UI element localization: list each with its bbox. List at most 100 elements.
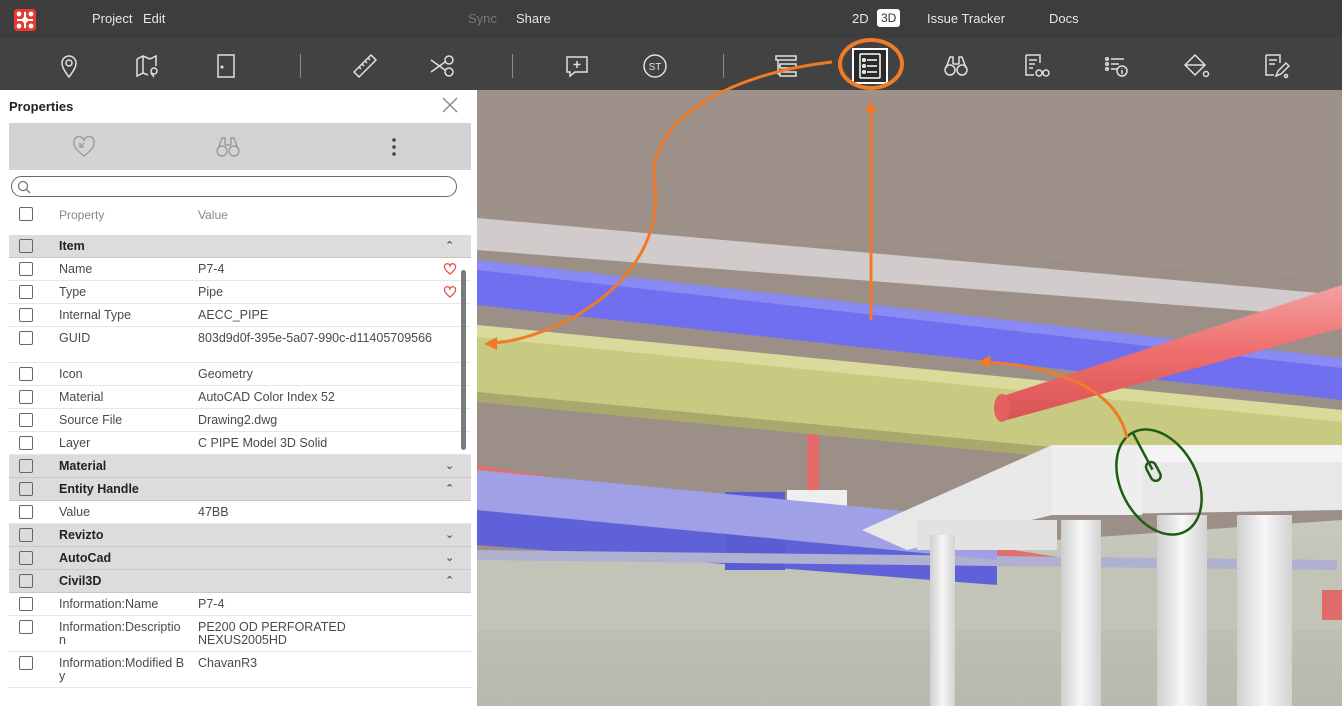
property-value: 803d9d0f-395e-5a07-990c-d11405709566: [198, 331, 433, 345]
select-all-checkbox[interactable]: [19, 207, 33, 221]
row-checkbox[interactable]: [19, 528, 33, 542]
group-row[interactable]: Civil3D ⌃: [9, 570, 471, 593]
row-checkbox[interactable]: [19, 656, 33, 670]
group-label: Item: [59, 239, 85, 253]
property-name: Layer: [59, 436, 91, 450]
row-checkbox[interactable]: [19, 262, 33, 276]
toolbar-separator: [300, 54, 301, 78]
table-row: Source File Drawing2.dwg: [9, 409, 471, 432]
row-checkbox[interactable]: [19, 482, 33, 496]
ruler-icon[interactable]: [351, 52, 379, 80]
property-value: 47BB: [198, 505, 229, 519]
panel-scrollbar[interactable]: [461, 270, 466, 450]
properties-table: Property Value Item ⌃ Name P7-4 Type Pip…: [9, 203, 471, 688]
chevron-up-icon[interactable]: ⌃: [445, 574, 455, 587]
close-icon[interactable]: [441, 96, 459, 114]
group-label: Entity Handle: [59, 482, 139, 496]
menu-project[interactable]: Project: [92, 11, 132, 26]
row-checkbox[interactable]: [19, 574, 33, 588]
row-checkbox[interactable]: [19, 459, 33, 473]
row-checkbox[interactable]: [19, 285, 33, 299]
property-name: Material: [59, 390, 104, 404]
search-sets-icon[interactable]: [1022, 52, 1050, 80]
panel-actions-bar: [9, 123, 471, 170]
search-input[interactable]: [36, 179, 436, 195]
table-row: Name P7-4: [9, 258, 471, 281]
menu-issue-tracker[interactable]: Issue Tracker: [927, 11, 1005, 26]
row-checkbox[interactable]: [19, 308, 33, 322]
door-icon[interactable]: [212, 52, 240, 80]
binoculars-icon[interactable]: [942, 52, 970, 80]
table-row: Information:Description PE200 OD PERFORA…: [9, 616, 471, 652]
table-row: Icon Geometry: [9, 363, 471, 386]
property-value: Pipe: [198, 285, 224, 299]
heart-icon[interactable]: [443, 262, 457, 276]
property-name: Source File: [59, 413, 123, 427]
column-property[interactable]: Property: [59, 209, 187, 222]
row-checkbox[interactable]: [19, 239, 33, 253]
property-value: Geometry: [198, 367, 253, 381]
property-value: AECC_PIPE: [198, 308, 269, 322]
scissors-icon[interactable]: [428, 52, 456, 80]
menu-docs[interactable]: Docs: [1049, 11, 1079, 26]
property-name: Internal Type: [59, 308, 132, 322]
row-checkbox[interactable]: [19, 597, 33, 611]
property-value: Drawing2.dwg: [198, 413, 278, 427]
property-name: Information:Modified By: [59, 656, 185, 683]
group-row[interactable]: Entity Handle ⌃: [9, 478, 471, 501]
property-value: PE200 OD PERFORATED NEXUS2005HD: [198, 620, 346, 647]
table-row: Type Pipe: [9, 281, 471, 304]
table-header: Property Value: [9, 203, 471, 235]
row-checkbox[interactable]: [19, 413, 33, 427]
group-row[interactable]: AutoCad ⌄: [9, 547, 471, 570]
search-box[interactable]: [11, 176, 457, 197]
row-checkbox[interactable]: [19, 551, 33, 565]
view-2d-toggle[interactable]: 2D: [852, 11, 869, 26]
row-checkbox[interactable]: [19, 331, 33, 345]
pin-icon[interactable]: [55, 52, 83, 80]
chevron-down-icon[interactable]: ⌄: [445, 528, 455, 541]
menu-share[interactable]: Share: [516, 11, 551, 26]
chevron-up-icon[interactable]: ⌃: [445, 482, 455, 495]
menu-edit[interactable]: Edit: [143, 11, 165, 26]
heart-icon[interactable]: [443, 285, 457, 299]
row-checkbox[interactable]: [19, 367, 33, 381]
chevron-up-icon[interactable]: ⌃: [445, 239, 455, 252]
group-label: Revizto: [59, 528, 104, 542]
group-row[interactable]: Material ⌄: [9, 455, 471, 478]
column-value[interactable]: Value: [198, 209, 453, 222]
chevron-down-icon[interactable]: ⌄: [445, 551, 455, 564]
menu-sync[interactable]: Sync: [468, 11, 497, 26]
menubar: Project Edit Sync Share 2D 3D Issue Trac…: [0, 0, 1342, 38]
group-label: AutoCad: [59, 551, 112, 565]
markup-pen-icon[interactable]: [1262, 52, 1290, 80]
table-row: Information:Modified By ChavanR3: [9, 652, 471, 688]
favorites-heart-icon[interactable]: [71, 135, 97, 159]
property-value: P7-4: [198, 262, 225, 276]
chevron-down-icon[interactable]: ⌄: [445, 459, 455, 472]
property-value: P7-4: [198, 597, 225, 611]
table-row: Information:Name P7-4: [9, 593, 471, 616]
row-checkbox[interactable]: [19, 620, 33, 634]
row-checkbox[interactable]: [19, 390, 33, 404]
more-vert-icon[interactable]: [381, 135, 407, 159]
group-row[interactable]: Revizto ⌄: [9, 524, 471, 547]
property-name: Icon: [59, 367, 83, 381]
property-value: C PIPE Model 3D Solid: [198, 436, 328, 450]
info-list-icon[interactable]: [1102, 52, 1130, 80]
group-row[interactable]: Item ⌃: [9, 235, 471, 258]
table-row: Value 47BB: [9, 501, 471, 524]
search-icon: [17, 180, 31, 194]
table-row: GUID 803d9d0f-395e-5a07-990c-d1140570956…: [9, 327, 471, 363]
row-checkbox[interactable]: [19, 505, 33, 519]
property-name: GUID: [59, 331, 91, 345]
panel-title: Properties: [9, 99, 74, 114]
map-pin-icon[interactable]: [133, 52, 161, 80]
app-logo[interactable]: [14, 9, 36, 31]
row-checkbox[interactable]: [19, 436, 33, 450]
property-name: Information:Name: [59, 597, 159, 611]
table-row: Material AutoCAD Color Index 52: [9, 386, 471, 409]
binoculars-icon[interactable]: [215, 135, 241, 159]
paint-bucket-icon[interactable]: [1182, 52, 1210, 80]
view-3d-toggle[interactable]: 3D: [877, 9, 901, 27]
